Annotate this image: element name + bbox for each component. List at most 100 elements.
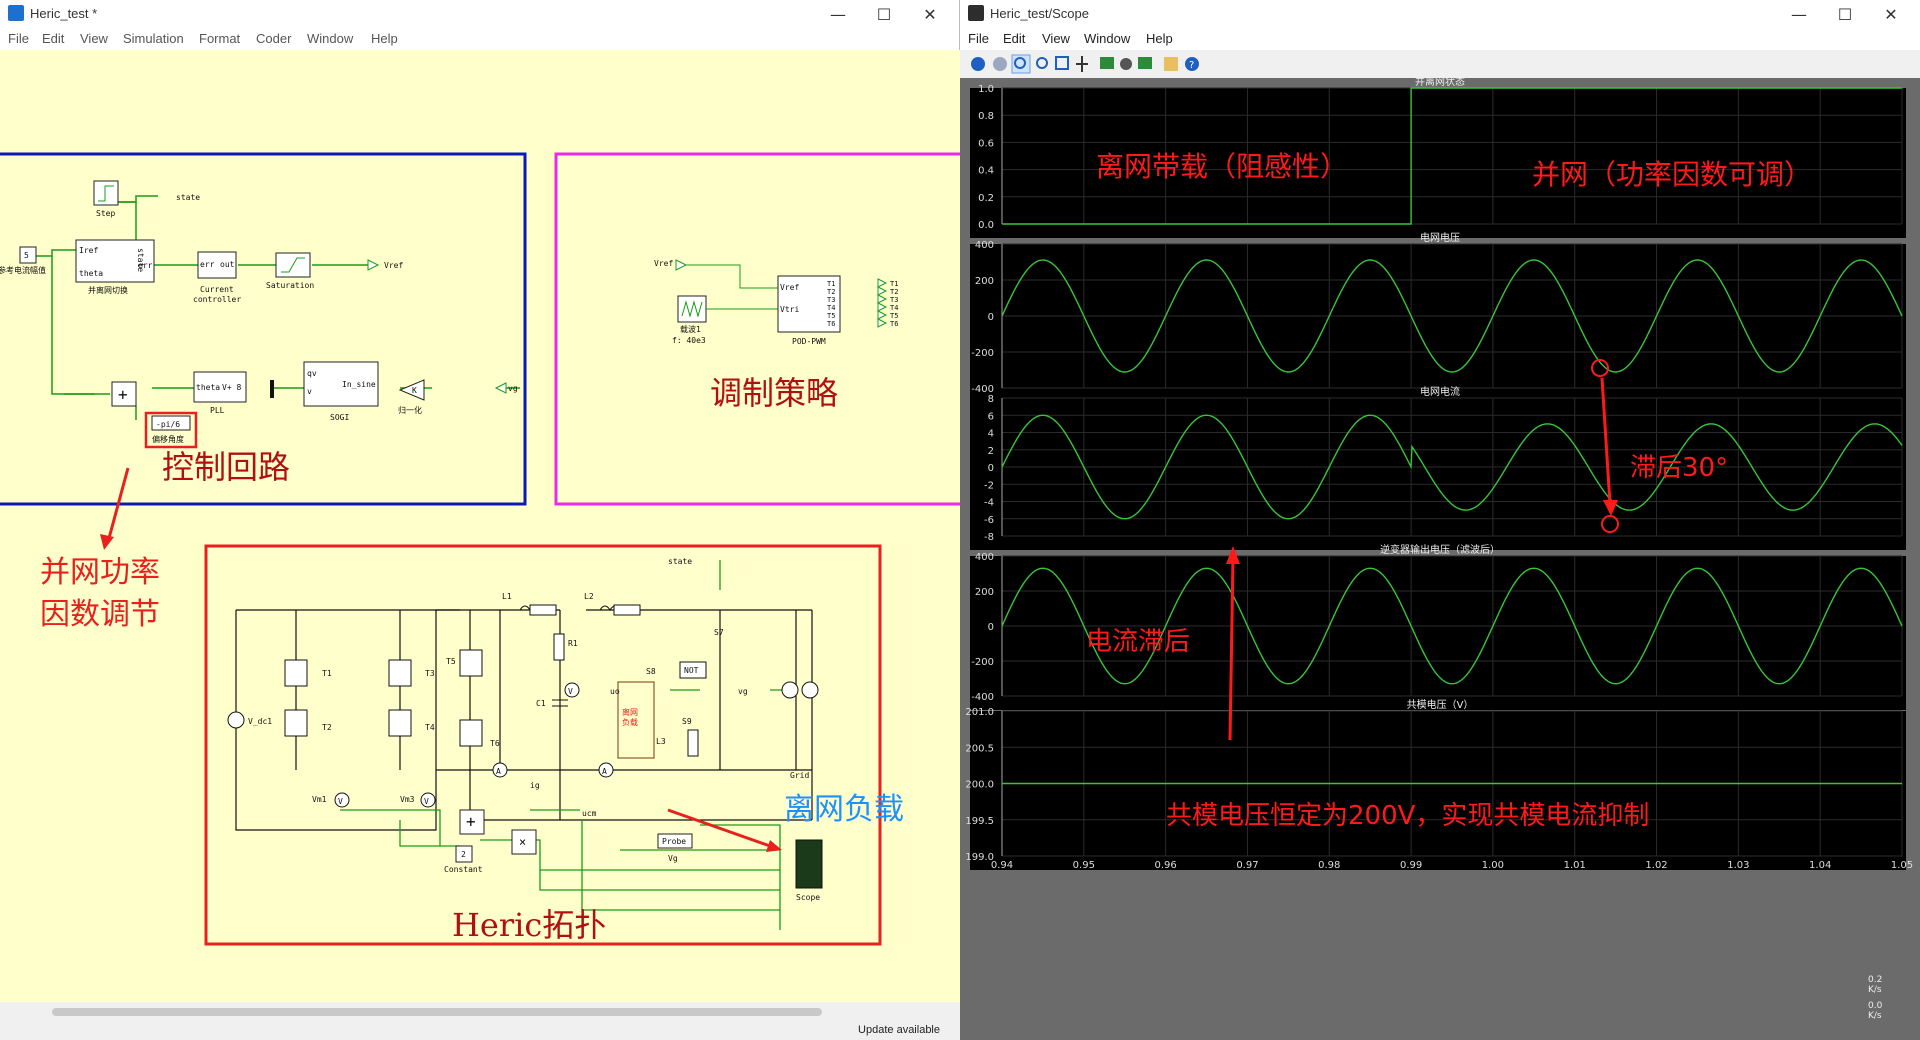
scope-menu-file[interactable]: File (968, 31, 989, 46)
y-tick-label: 1.0 (978, 84, 994, 95)
pwm-out-t4: T4 (827, 304, 835, 312)
state-tag: state (176, 193, 200, 202)
back-icon[interactable] (971, 57, 985, 71)
switch-theta: theta (79, 269, 103, 278)
y-tick-label: 199.0 (965, 852, 994, 863)
camera-icon[interactable] (1120, 58, 1132, 70)
y-tick-label: 200 (975, 276, 994, 287)
menu-edit[interactable]: Edit (42, 31, 64, 46)
scope-block[interactable] (795, 839, 823, 889)
probe-vg: Vg (668, 854, 678, 863)
plot-title-4: 共模电压（V） (1407, 698, 1474, 711)
left-menubar: File Edit View Simulation Format Coder W… (0, 28, 959, 50)
x-tick-label: 0.98 (1318, 860, 1340, 871)
menu-coder[interactable]: Coder (256, 31, 291, 46)
switch-err: err (138, 261, 153, 270)
offset-const: -pi/6 (156, 420, 180, 429)
menu-window[interactable]: Window (307, 31, 353, 46)
y-tick-label: 0.4 (978, 166, 994, 177)
menu-file[interactable]: File (8, 31, 29, 46)
s8-label: S8 (646, 667, 656, 676)
state-label: state (668, 557, 692, 566)
scope-menu-view[interactable]: View (1042, 31, 1070, 46)
schematic-canvas[interactable]: Step state 5 参考电流幅值 Iref theta state err… (0, 50, 960, 1002)
schematic-window: Heric_test * — ☐ ✕ File Edit View Simula… (0, 0, 960, 1040)
svg-text:+: + (466, 812, 476, 831)
scroll-thumb[interactable] (52, 1008, 822, 1016)
right-menubar: File Edit View Window Help (960, 28, 1920, 50)
side-readout: 0.2 (1868, 975, 1882, 985)
sogi-label: SOGI (330, 413, 349, 422)
scope-svg: 并离网状态1.00.80.60.40.20.0电网电压4002000-200-4… (965, 78, 1913, 1021)
traces-icon[interactable] (1100, 57, 1114, 69)
svg-text:A: A (602, 767, 607, 776)
y-tick-label: 400 (975, 240, 994, 251)
sat-label: Saturation (266, 281, 314, 290)
menu-simulation[interactable]: Simulation (123, 31, 184, 46)
plot-title-1: 电网电压 (1420, 231, 1460, 244)
common-mode-note: 共模电压恒定为200V，实现共模电流抑制 (1166, 801, 1649, 831)
plot-panel-4[interactable] (970, 711, 1906, 870)
t1-label: T1 (322, 669, 332, 678)
scope-menu-help[interactable]: Help (1146, 31, 1173, 46)
ref-const-label: 参考电流幅值 (0, 265, 46, 275)
forward-icon[interactable] (993, 57, 1007, 71)
plot-panel-1[interactable] (970, 244, 1906, 402)
cursor-icon[interactable] (1076, 56, 1088, 72)
zoom-out-icon[interactable] (1036, 57, 1048, 69)
cc-label-2: controller (193, 295, 241, 304)
switch-iref: Iref (79, 246, 98, 255)
settings-icon[interactable] (1164, 57, 1178, 71)
horizontal-scrollbar[interactable] (0, 1002, 960, 1022)
minimize-button[interactable]: — (815, 0, 861, 28)
const2-value: 2 (461, 850, 466, 859)
svg-text:T2: T2 (890, 288, 898, 296)
fit-icon[interactable] (1055, 56, 1069, 70)
scope-close-button[interactable]: ✕ (1868, 0, 1914, 28)
x-tick-label: 1.01 (1564, 860, 1586, 871)
l3-label: L3 (656, 737, 666, 746)
load-label-1: 离网 (622, 707, 638, 717)
t2-label: T2 (322, 723, 332, 732)
x-tick-label: 0.96 (1155, 860, 1177, 871)
const2-label: Constant (444, 865, 483, 874)
menu-format[interactable]: Format (199, 31, 240, 46)
scope-menu-window[interactable]: Window (1084, 31, 1130, 46)
y-tick-label: 400 (975, 552, 994, 563)
y-tick-label: 0.0 (978, 220, 994, 231)
sogi-out: In_sine (342, 380, 376, 389)
menu-view[interactable]: View (80, 31, 108, 46)
y-tick-label: 199.5 (965, 816, 994, 827)
y-tick-label: 200.0 (965, 780, 994, 791)
step-block[interactable] (93, 180, 119, 206)
svg-text:V: V (338, 797, 343, 806)
plot-panel-2[interactable] (970, 398, 1906, 550)
right-titlebar: Heric_test/Scope — ☐ ✕ (960, 0, 1920, 28)
x-tick-label: 0.95 (1073, 860, 1095, 871)
export-icon[interactable] (1138, 57, 1152, 69)
pll-label: PLL (210, 406, 225, 415)
pwm-in-vtri: Vtri (780, 305, 799, 314)
svg-text:×: × (519, 835, 526, 849)
maximize-button[interactable]: ☐ (861, 0, 907, 28)
y-tick-label: 0 (988, 312, 994, 323)
scope-minimize-button[interactable]: — (1776, 0, 1822, 28)
pwm-vref-tag: Vref (654, 259, 673, 268)
pwm-out-t2: T2 (827, 288, 835, 296)
scope-maximize-button[interactable]: ☐ (1822, 0, 1868, 28)
y-tick-label: 8 (988, 394, 994, 405)
ongrid-note: 并网（功率因数可调） (1532, 158, 1812, 191)
r1-label: R1 (568, 639, 578, 648)
update-available[interactable]: Update available (858, 1024, 940, 1036)
l2-label: L2 (584, 592, 594, 601)
carrier-freq: f: 40e3 (672, 336, 706, 345)
ref-const-value: 5 (24, 251, 29, 260)
scope-plot-area: 并离网状态 1.0 0.8 0.6 0.4 0.2 0.0 电网电压 400 200 0 -200 -4… (960, 78, 1920, 1040)
app-icon (8, 5, 24, 21)
pwm-out-t6: T6 (827, 320, 835, 328)
close-button[interactable]: ✕ (907, 0, 953, 28)
step-label: Step (96, 209, 115, 218)
scope-menu-edit[interactable]: Edit (1003, 31, 1025, 46)
menu-help[interactable]: Help (371, 31, 398, 46)
pll-in: theta (196, 383, 220, 392)
